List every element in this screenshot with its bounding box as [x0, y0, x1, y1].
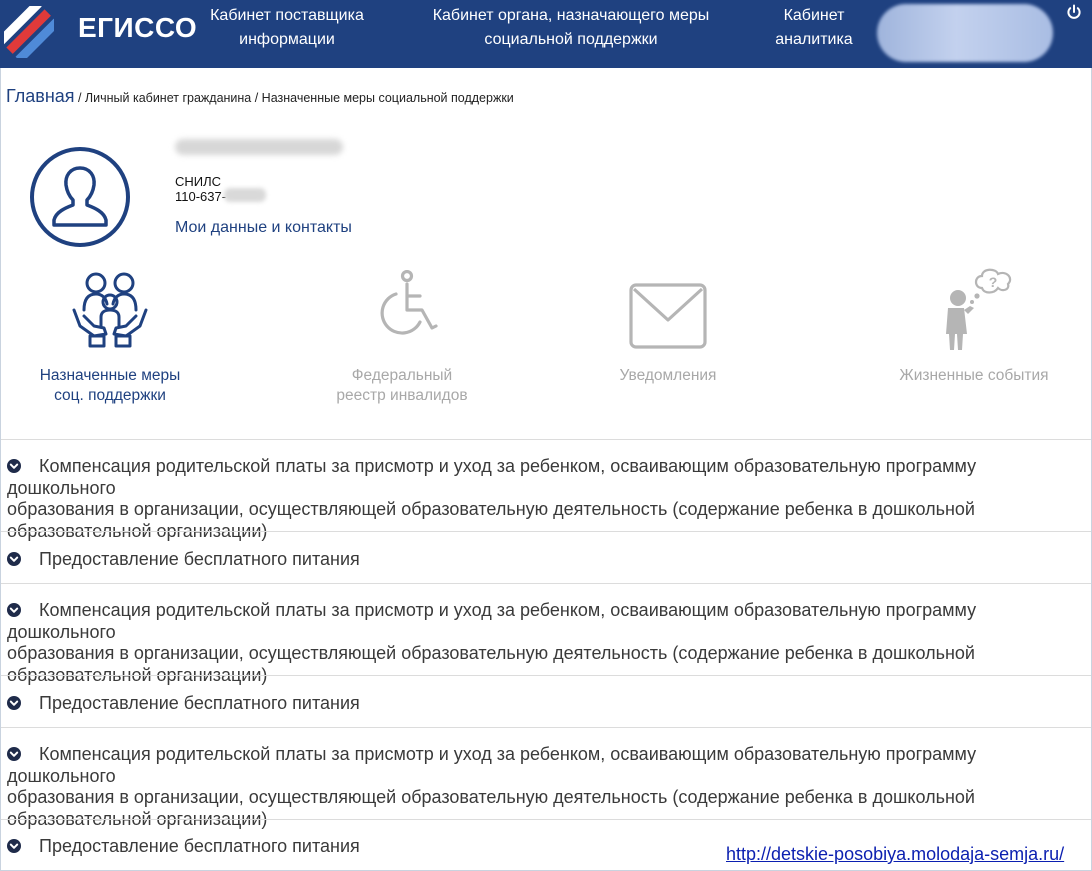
chevron-down-icon [7, 839, 21, 853]
tile-notifications[interactable]: Уведомления [578, 280, 758, 386]
brand-name[interactable]: ЕГИССО [78, 12, 197, 44]
measure-item-title-part1: Компенсация родительской платы за присмо… [7, 456, 977, 498]
tile-life-events[interactable]: ? Жизненные события [884, 266, 1064, 386]
chevron-down-icon [7, 552, 21, 566]
snils-value: 110-637- [175, 189, 227, 204]
breadcrumb-path: / Личный кабинет гражданина / Назначенны… [74, 91, 514, 105]
measure-item[interactable]: Компенсация родительской платы за присмо… [1, 583, 1091, 685]
nav-analyst-cabinet[interactable]: Кабинет аналитика [772, 4, 856, 52]
nav-authority-line1: Кабинет органа, назначающего меры [432, 7, 710, 24]
snils-label: СНИЛС [175, 174, 222, 189]
user-account-pill[interactable] [877, 4, 1053, 62]
measure-item-title: Предоставление бесплатного питания [39, 693, 360, 713]
thinking-person-icon: ? [946, 268, 1012, 350]
measure-item-title-part2: образования в организации, осуществляюще… [7, 787, 975, 807]
egisso-logo[interactable] [4, 6, 54, 58]
measure-item[interactable]: Компенсация родительской платы за присмо… [1, 727, 1091, 829]
chevron-down-icon [7, 696, 21, 710]
tile-notifications-label: Уведомления [619, 367, 717, 384]
measure-item[interactable]: Предоставление бесплатного питания [1, 675, 1091, 727]
measure-item-line1: Компенсация родительской платы за присмо… [7, 744, 1085, 787]
measure-item-line1: Компенсация родительской платы за присмо… [7, 600, 1085, 643]
source-url-watermark[interactable]: http://detskie-posobiya.molodaja-semja.r… [726, 844, 1064, 865]
nav-authority-cabinet[interactable]: Кабинет органа, назначающего меры социал… [426, 4, 716, 52]
chevron-down-icon [7, 603, 21, 617]
tile-assigned-measures-line1: Назначенные меры [39, 367, 181, 384]
measure-item-title-part1: Компенсация родительской платы за присмо… [7, 744, 977, 786]
family-icon [72, 272, 148, 348]
envelope-icon [629, 283, 707, 349]
tile-disability-registry-line2: реестр инвалидов [336, 387, 468, 404]
measure-item-title: Предоставление бесплатного питания [39, 549, 360, 569]
snils-redacted [224, 188, 266, 202]
tile-assigned-measures-line2: соц. поддержки [54, 387, 166, 404]
nav-provider-line2: информации [239, 31, 335, 48]
my-data-contacts-link[interactable]: Мои данные и контакты [175, 219, 352, 237]
measure-item-title-part2: образования в организации, осуществляюще… [7, 643, 975, 663]
wheelchair-icon [380, 270, 438, 335]
measure-item-title-part2: образования в организации, осуществляюще… [7, 499, 975, 519]
breadcrumb: Главная / Личный кабинет гражданина / На… [6, 86, 514, 107]
measure-item-title: Предоставление бесплатного питания [39, 836, 360, 856]
chevron-down-icon [7, 459, 21, 473]
measure-item-title-part1: Компенсация родительской платы за присмо… [7, 600, 977, 642]
user-avatar-icon [30, 147, 130, 247]
measure-item[interactable]: Компенсация родительской платы за присмо… [1, 439, 1091, 541]
user-name-redacted [175, 139, 343, 155]
nav-provider-cabinet[interactable]: Кабинет поставщика информации [206, 4, 368, 52]
nav-analyst-line1: Кабинет [783, 7, 845, 24]
nav-authority-line2: социальной поддержки [484, 31, 658, 48]
svg-text:?: ? [989, 274, 998, 290]
breadcrumb-home[interactable]: Главная [6, 86, 75, 106]
power-icon[interactable] [1066, 4, 1082, 20]
tile-life-events-label: Жизненные события [899, 367, 1049, 384]
tile-disability-registry-line1: Федеральный [351, 367, 453, 384]
tile-assigned-measures[interactable]: Назначенные меры соц. поддержки [20, 270, 200, 406]
nav-analyst-line2: аналитика [775, 31, 853, 48]
top-header: ЕГИССО Кабинет поставщика информации Каб… [0, 0, 1092, 68]
chevron-down-icon [7, 747, 21, 761]
measure-item[interactable]: Предоставление бесплатного питания [1, 531, 1091, 583]
tile-disability-registry[interactable]: Федеральный реестр инвалидов [312, 270, 492, 406]
nav-provider-line1: Кабинет поставщика [210, 7, 364, 24]
measure-item-line1: Компенсация родительской платы за присмо… [7, 456, 1085, 499]
